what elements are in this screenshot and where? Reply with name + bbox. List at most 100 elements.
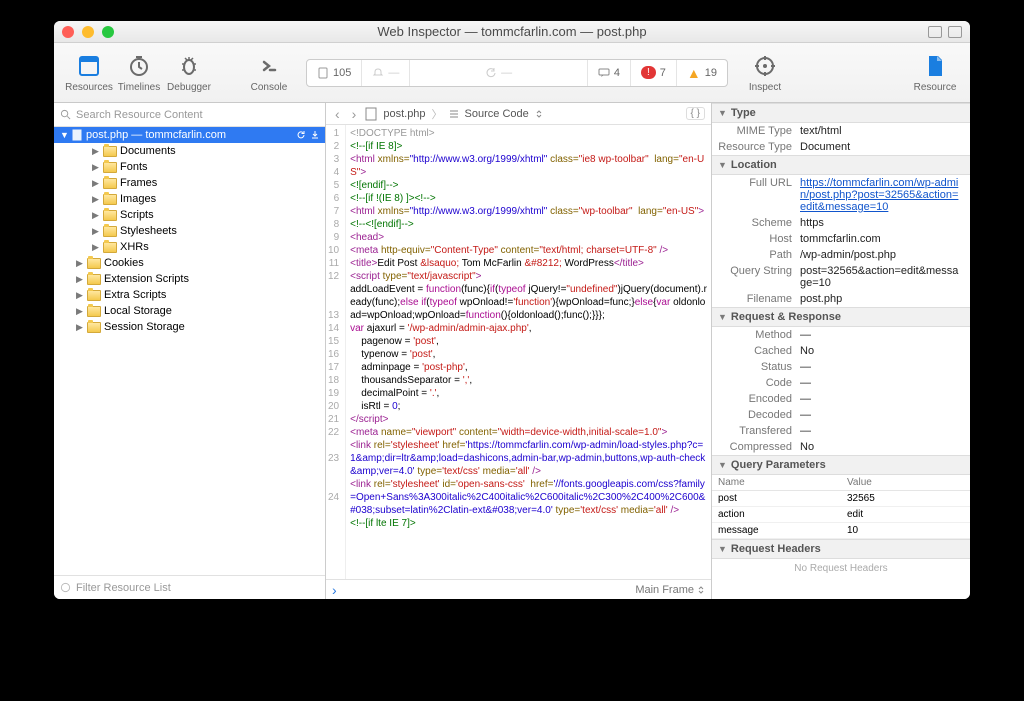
disclosure-arrow-icon[interactable]: ▶	[92, 178, 100, 189]
reload-indicator[interactable]: —	[410, 60, 588, 86]
titlebar: Web Inspector — tommcfarlin.com — post.p…	[54, 21, 970, 43]
folder-icon	[103, 178, 117, 189]
updown-icon	[697, 585, 705, 595]
disclosure-arrow-icon[interactable]: ▶	[76, 258, 84, 269]
disclosure-arrow-icon[interactable]: ▶	[92, 146, 100, 157]
error-count[interactable]: ! 7	[631, 60, 677, 86]
tree-folder-xhrs[interactable]: ▶XHRs	[54, 239, 325, 255]
tree-folder-extra-scripts[interactable]: ▶ Extra Scripts	[54, 287, 325, 303]
tree-folder-label: Documents	[120, 145, 176, 157]
nav-forward-button[interactable]: ›	[349, 106, 360, 122]
tree-folder-images[interactable]: ▶Images	[54, 191, 325, 207]
section-request-response[interactable]: ▼Request & Response	[712, 307, 970, 327]
resource-count[interactable]: 105	[307, 60, 362, 86]
disclosure-arrow-icon[interactable]: ▶	[76, 274, 84, 285]
dock-side-icon[interactable]	[928, 26, 942, 38]
section-query-parameters[interactable]: ▼Query Parameters	[712, 455, 970, 475]
tree-folder-documents[interactable]: ▶ Documents	[54, 143, 325, 159]
source-code-view[interactable]: 123456789101112131415161718192021222324 …	[326, 125, 711, 579]
tab-timelines[interactable]: Timelines	[114, 53, 164, 93]
document-icon	[317, 67, 329, 79]
zoom-window-button[interactable]	[102, 26, 114, 38]
main-toolbar: Resources Timelines Debugger Console 105…	[54, 43, 970, 103]
download-icon[interactable]	[309, 129, 321, 141]
section-type[interactable]: ▼Type	[712, 103, 970, 123]
folder-icon	[103, 146, 117, 157]
tree-folder-session-storage[interactable]: ▶ Session Storage	[54, 319, 325, 335]
section-request-headers[interactable]: ▼Request Headers	[712, 539, 970, 559]
crumb-file[interactable]: post.php	[383, 108, 425, 120]
log-count[interactable]: 4	[588, 60, 631, 86]
tree-folder-fonts[interactable]: ▶ Fonts	[54, 159, 325, 175]
inspect-button[interactable]: Inspect	[740, 53, 790, 93]
window-controls	[62, 26, 114, 38]
query-param-row: actionedit	[712, 507, 970, 523]
frame-selector[interactable]: Main Frame	[635, 584, 705, 596]
no-request-headers-label: No Request Headers	[712, 559, 970, 578]
tab-resources[interactable]: Resources	[64, 53, 114, 93]
tree-folder-local-storage[interactable]: ▶Local Storage	[54, 303, 325, 319]
tree-folder-label: Cookies	[104, 257, 144, 269]
reload-icon[interactable]	[295, 129, 307, 141]
filter-icon	[60, 582, 71, 593]
disclosure-arrow-icon[interactable]: ▶	[92, 194, 100, 205]
section-location[interactable]: ▼Location	[712, 155, 970, 175]
tree-folder-scripts[interactable]: ▶Scripts	[54, 207, 325, 223]
folder-icon	[87, 274, 101, 285]
minimize-window-button[interactable]	[82, 26, 94, 38]
search-resource-input[interactable]: Search Resource Content	[54, 103, 325, 127]
reload-icon	[485, 67, 497, 79]
document-icon	[71, 129, 83, 141]
qp-value: 32565	[841, 491, 970, 506]
folder-icon	[87, 258, 101, 269]
disclosure-arrow-icon[interactable]: ▶	[76, 306, 84, 317]
list-icon	[449, 109, 459, 119]
disclosure-arrow-icon[interactable]: ▶	[76, 290, 84, 301]
disclosure-arrow-icon[interactable]: ▶	[92, 242, 100, 253]
folder-icon	[103, 226, 117, 237]
tree-root-postphp[interactable]: ▼ post.php — tommcfarlin.com	[54, 127, 325, 143]
warning-count[interactable]: ▲ 19	[677, 60, 727, 86]
close-window-button[interactable]	[62, 26, 74, 38]
chat-icon	[598, 67, 610, 79]
time-indicator[interactable]: —	[362, 60, 410, 86]
document-icon	[365, 107, 377, 121]
pretty-print-button[interactable]: { }	[686, 107, 705, 120]
source-footer: › Main Frame	[326, 579, 711, 599]
disclosure-arrow-icon[interactable]: ▶	[92, 162, 100, 173]
folder-icon	[87, 306, 101, 317]
query-param-row: post32565	[712, 491, 970, 507]
qp-name: action	[712, 507, 841, 522]
folder-icon	[103, 210, 117, 221]
tab-debugger[interactable]: Debugger	[164, 53, 214, 93]
console-prompt-icon[interactable]: ›	[332, 582, 337, 598]
resource-status-bar: 105 — — 4 ! 7 ▲ 19	[306, 59, 728, 87]
tree-folder-extension-scripts[interactable]: ▶Extension Scripts	[54, 271, 325, 287]
source-text[interactable]: <!DOCTYPE html> <!--[if IE 8]> <html xml…	[346, 125, 711, 579]
updown-icon[interactable]	[535, 109, 543, 119]
crumb-view[interactable]: Source Code	[465, 108, 529, 120]
tab-console[interactable]: Console	[244, 53, 294, 93]
resource-sidebar: Search Resource Content ▼ post.php — tom…	[54, 103, 326, 599]
tree-folder-label: Session Storage	[104, 321, 185, 333]
tree-folder-frames[interactable]: ▶ Frames	[54, 175, 325, 191]
filter-resource-input[interactable]: Filter Resource List	[54, 575, 325, 599]
tree-folder-stylesheets[interactable]: ▶Stylesheets	[54, 223, 325, 239]
qp-value: edit	[841, 507, 970, 522]
tree-folder-label: Frames	[120, 177, 157, 189]
nav-back-button[interactable]: ‹	[332, 106, 343, 122]
search-icon	[60, 109, 71, 120]
full-url-link[interactable]: https://tommcfarlin.com/wp-admin/post.ph…	[800, 177, 964, 213]
disclosure-arrow-icon[interactable]: ▶	[92, 226, 100, 237]
web-inspector-window: Web Inspector — tommcfarlin.com — post.p…	[54, 21, 970, 599]
dock-bottom-icon[interactable]	[948, 26, 962, 38]
resource-details-button[interactable]: Resource	[910, 53, 960, 93]
tree-folder-label: Fonts	[120, 161, 148, 173]
tree-folder-cookies[interactable]: ▶ Cookies	[54, 255, 325, 271]
disclosure-arrow-icon[interactable]: ▶	[92, 210, 100, 221]
disclosure-arrow-icon[interactable]: ▼	[60, 130, 68, 140]
tree-folder-label: Extra Scripts	[104, 289, 166, 301]
disclosure-arrow-icon[interactable]: ▶	[76, 322, 84, 333]
bell-icon	[372, 67, 384, 79]
folder-icon	[103, 242, 117, 253]
